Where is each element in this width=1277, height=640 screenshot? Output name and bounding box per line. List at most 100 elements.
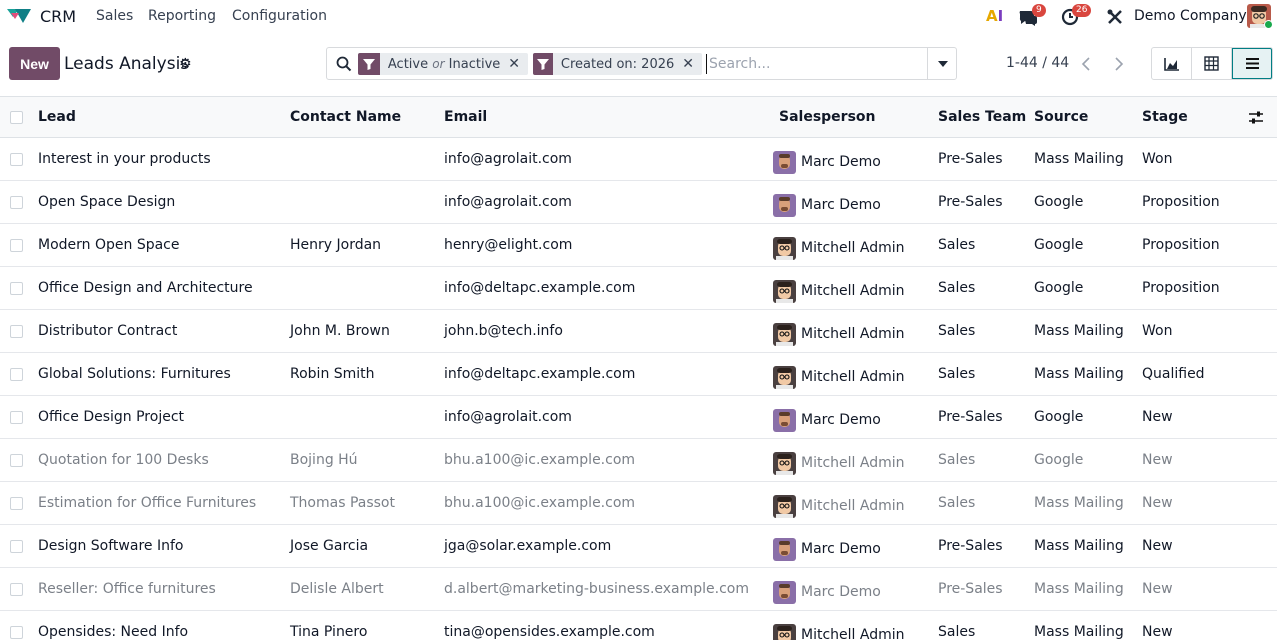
row-checkbox[interactable] bbox=[10, 410, 23, 424]
cell-stage: Proposition bbox=[1142, 280, 1220, 296]
table-row[interactable]: Open Space Design info@agrolait.com Marc… bbox=[0, 181, 1277, 224]
avatar[interactable] bbox=[773, 623, 796, 640]
salesperson-name: Mitchell Admin bbox=[801, 326, 905, 342]
row-checkbox[interactable] bbox=[10, 281, 23, 295]
column-header-stage[interactable]: Stage bbox=[1133, 97, 1243, 138]
cell-contact-name: Robin Smith bbox=[290, 366, 375, 382]
table-row[interactable]: Global Solutions: Furnitures Robin Smith… bbox=[0, 353, 1277, 396]
row-checkbox[interactable] bbox=[10, 496, 23, 510]
cell-email: d.albert@marketing-business.example.com bbox=[444, 581, 750, 597]
filter-facet-created-on: Created on: 2026 ✕ bbox=[533, 53, 702, 75]
column-header-salesperson[interactable]: Salesperson bbox=[770, 97, 929, 138]
row-checkbox[interactable] bbox=[10, 238, 23, 252]
cell-salesperson: Mitchell Admin bbox=[770, 310, 929, 353]
cell-sales-team: Pre-Sales bbox=[938, 581, 1003, 597]
table-row[interactable]: Opensides: Need Info Tina Pinero tina@op… bbox=[0, 611, 1277, 640]
select-all-checkbox[interactable] bbox=[10, 110, 23, 124]
table-row[interactable]: Quotation for 100 Desks Bojing Hú bhu.a1… bbox=[0, 439, 1277, 482]
search-input[interactable] bbox=[706, 54, 926, 74]
column-header-lead[interactable]: Lead bbox=[28, 97, 280, 138]
table-row[interactable]: Design Software Info Jose Garcia jga@sol… bbox=[0, 525, 1277, 568]
row-checkbox[interactable] bbox=[10, 582, 23, 596]
cell-salesperson: Marc Demo bbox=[770, 181, 929, 224]
debug-tools-icon[interactable] bbox=[1106, 8, 1128, 26]
cell-salesperson: Marc Demo bbox=[770, 138, 929, 181]
table-header: Lead Contact Name Email Salesperson Sale… bbox=[0, 96, 1277, 138]
column-header-contact-name[interactable]: Contact Name bbox=[280, 97, 435, 138]
avatar[interactable] bbox=[773, 365, 796, 389]
column-header-email[interactable]: Email bbox=[435, 97, 770, 138]
avatar[interactable] bbox=[773, 322, 796, 346]
crm-app-icon[interactable] bbox=[6, 7, 32, 25]
avatar[interactable] bbox=[773, 236, 796, 260]
row-checkbox[interactable] bbox=[10, 195, 23, 209]
avatar[interactable] bbox=[773, 537, 796, 561]
pager-previous-button[interactable] bbox=[1070, 47, 1102, 80]
cell-sales-team: Pre-Sales bbox=[938, 409, 1003, 425]
cell-spacer bbox=[1243, 181, 1277, 224]
cell-salesperson: Marc Demo bbox=[770, 568, 929, 611]
list-view-button[interactable] bbox=[1232, 48, 1273, 79]
cell-lead: Opensides: Need Info bbox=[38, 624, 189, 640]
ai-assistant-icon[interactable]: AI bbox=[986, 7, 1003, 25]
app-name[interactable]: CRM bbox=[40, 7, 76, 26]
table-row[interactable]: Modern Open Space Henry Jordan henry@eli… bbox=[0, 224, 1277, 267]
cell-sales-team: Sales bbox=[938, 323, 976, 339]
cell-stage: Proposition bbox=[1142, 194, 1220, 210]
cell-sales-team: Sales bbox=[938, 237, 976, 253]
table-row[interactable]: Office Design and Architecture info@delt… bbox=[0, 267, 1277, 310]
cell-spacer bbox=[1243, 138, 1277, 181]
close-icon[interactable]: ✕ bbox=[682, 56, 702, 72]
optional-columns-toggle[interactable] bbox=[1243, 111, 1277, 124]
avatar[interactable] bbox=[773, 451, 796, 475]
cell-contact-name bbox=[280, 138, 435, 181]
row-checkbox[interactable] bbox=[10, 453, 23, 467]
gear-icon[interactable]: ⚙ bbox=[179, 56, 192, 72]
cell-email: john.b@tech.info bbox=[444, 323, 563, 339]
search-icon[interactable] bbox=[336, 56, 352, 72]
row-checkbox[interactable] bbox=[10, 152, 23, 166]
cell-lead: Open Space Design bbox=[38, 194, 176, 210]
menu-reporting[interactable]: Reporting bbox=[148, 8, 216, 24]
pager-next-button[interactable] bbox=[1103, 47, 1135, 80]
row-checkbox[interactable] bbox=[10, 539, 23, 553]
cell-spacer bbox=[1243, 224, 1277, 267]
company-switcher[interactable]: Demo Company bbox=[1134, 8, 1247, 24]
search-options-toggle[interactable] bbox=[927, 48, 957, 79]
salesperson-name: Mitchell Admin bbox=[801, 240, 905, 256]
cell-salesperson: Mitchell Admin bbox=[770, 439, 929, 482]
table-row[interactable]: Distributor Contract John M. Brown john.… bbox=[0, 310, 1277, 353]
column-header-sales-team[interactable]: Sales Team bbox=[929, 97, 1026, 138]
close-icon[interactable]: ✕ bbox=[508, 56, 528, 72]
row-checkbox[interactable] bbox=[10, 625, 23, 639]
cell-source: Google bbox=[1034, 409, 1084, 425]
new-button[interactable]: New bbox=[9, 47, 60, 80]
menu-configuration[interactable]: Configuration bbox=[232, 8, 327, 24]
menu-sales[interactable]: Sales bbox=[96, 8, 133, 24]
graph-view-button[interactable] bbox=[1152, 48, 1193, 79]
cell-spacer bbox=[1243, 353, 1277, 396]
table-row[interactable]: Interest in your products info@agrolait.… bbox=[0, 138, 1277, 181]
row-checkbox[interactable] bbox=[10, 324, 23, 338]
avatar[interactable] bbox=[773, 580, 796, 604]
pager-value[interactable]: 1-44 / 44 bbox=[1006, 55, 1069, 71]
cell-stage: New bbox=[1142, 581, 1173, 597]
avatar[interactable] bbox=[773, 150, 796, 174]
cell-source: Mass Mailing bbox=[1034, 495, 1124, 511]
avatar[interactable] bbox=[773, 279, 796, 303]
avatar[interactable] bbox=[773, 193, 796, 217]
avatar[interactable] bbox=[773, 494, 796, 518]
pivot-view-button[interactable] bbox=[1192, 48, 1233, 79]
column-header-source[interactable]: Source bbox=[1025, 97, 1133, 138]
table-row[interactable]: Office Design Project info@agrolait.com … bbox=[0, 396, 1277, 439]
leads-list: Lead Contact Name Email Salesperson Sale… bbox=[0, 96, 1277, 640]
cell-contact-name: Bojing Hú bbox=[290, 452, 358, 468]
table-row[interactable]: Estimation for Office Furnitures Thomas … bbox=[0, 482, 1277, 525]
cell-stage: New bbox=[1142, 495, 1173, 511]
filter-facet-active: Active or Inactive ✕ bbox=[358, 53, 528, 75]
facet-label: Created on: 2026 bbox=[560, 56, 675, 72]
cell-contact-name bbox=[280, 267, 435, 310]
table-row[interactable]: Reseller: Office furnitures Delisle Albe… bbox=[0, 568, 1277, 611]
row-checkbox[interactable] bbox=[10, 367, 23, 381]
avatar[interactable] bbox=[773, 408, 796, 432]
